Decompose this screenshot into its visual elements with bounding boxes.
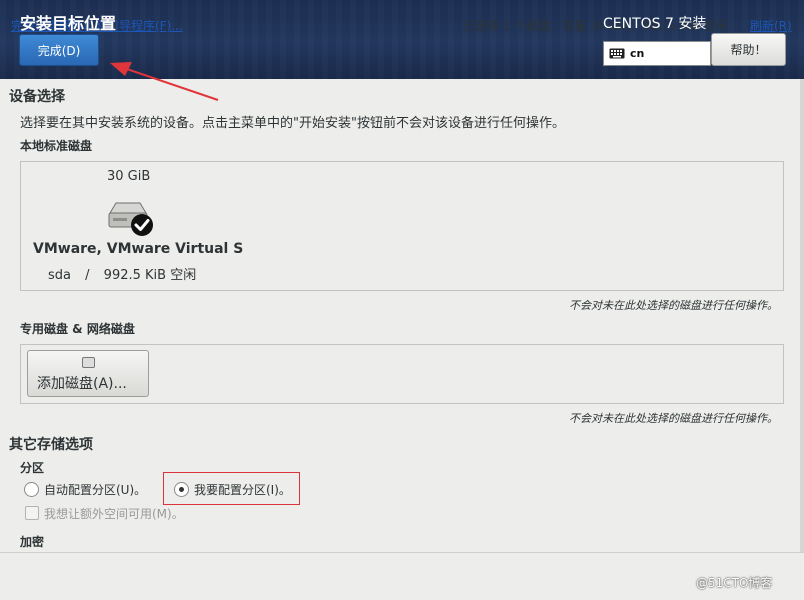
header-bar xyxy=(0,0,804,79)
product-title: CENTOS 7 安装 xyxy=(603,16,707,32)
disk-separator: / xyxy=(85,268,90,283)
specialized-disks-note: 不会对未在此处选择的磁盘进行任何操作。 xyxy=(569,412,778,425)
page-title: 安装目标位置 xyxy=(20,14,117,33)
encryption-heading: 加密 xyxy=(20,535,45,549)
auto-partition-radio[interactable] xyxy=(24,482,39,497)
disk-size: 30 GiB xyxy=(107,169,151,184)
extra-space-label: 我想让额外空间可用(M)。 xyxy=(44,507,184,521)
watermark: @51CTO博客 xyxy=(696,576,773,590)
partitioning-heading: 分区 xyxy=(20,461,45,475)
keyboard-icon xyxy=(609,48,625,59)
hard-disk-checked-icon xyxy=(108,202,153,236)
keyboard-layout-indicator[interactable]: cn xyxy=(603,41,711,66)
disk-free-space: 992.5 KiB 空闲 xyxy=(103,268,197,283)
done-button[interactable]: 完成(D) xyxy=(19,34,99,66)
disk-device: sda xyxy=(48,268,71,283)
other-storage-heading: 其它存储选项 xyxy=(9,437,93,453)
scrollbar[interactable] xyxy=(800,79,804,552)
device-selection-description: 选择要在其中安装系统的设备。点击主菜单中的"开始安装"按钮前不会对该设备进行任何… xyxy=(20,116,565,131)
footer-bar xyxy=(0,552,804,600)
disk-device-info: sda / 992.5 KiB 空闲 xyxy=(48,264,196,283)
add-disk-button[interactable]: 添加磁盘(A)... xyxy=(27,350,149,397)
refresh-link[interactable]: 刷新(R) xyxy=(750,17,792,34)
disk-add-icon xyxy=(82,357,95,368)
auto-partition-label[interactable]: 自动配置分区(U)。 xyxy=(44,481,146,498)
disk-sda[interactable]: 30 GiB VMware, VMware Virtual S sda / 99… xyxy=(32,168,243,288)
specialized-disks-heading: 专用磁盘 & 网络磁盘 xyxy=(20,322,135,336)
device-selection-heading: 设备选择 xyxy=(9,89,65,105)
add-disk-label: 添加磁盘(A)... xyxy=(37,376,127,392)
annotation-highlight-box xyxy=(163,472,300,505)
disk-name: VMware, VMware Virtual S xyxy=(33,241,244,257)
local-disks-note: 不会对未在此处选择的磁盘进行任何操作。 xyxy=(569,299,778,312)
keyboard-layout-label: cn xyxy=(630,47,645,60)
help-button[interactable]: 帮助！ xyxy=(711,33,786,66)
extra-space-checkbox[interactable] xyxy=(25,506,39,520)
local-disks-heading: 本地标准磁盘 xyxy=(20,139,93,153)
